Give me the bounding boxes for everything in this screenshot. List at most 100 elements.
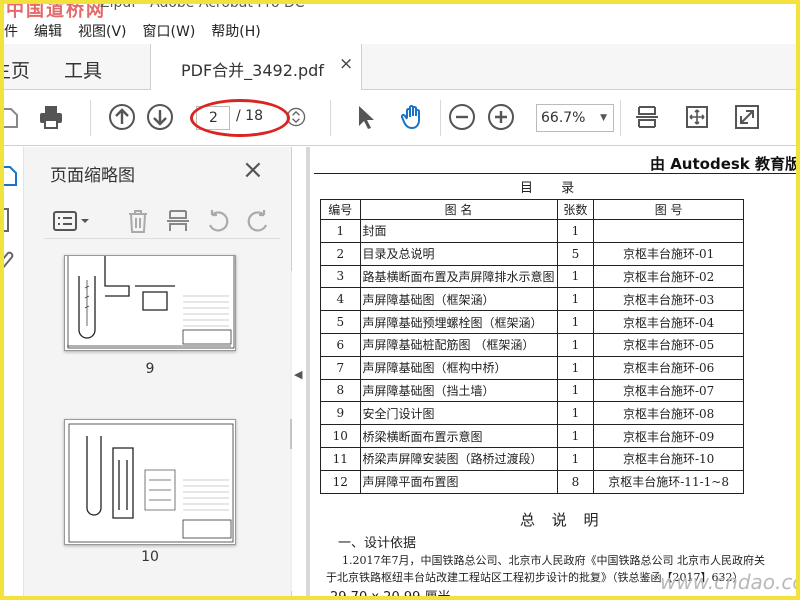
table-cell: 京枢丰台施环-10 (593, 446, 744, 471)
table-cell: 桥梁声屏障安装图（路桥过渡段） (359, 446, 558, 471)
table-cell: 京枢丰台施环-05 (593, 332, 744, 357)
full-screen-icon[interactable] (732, 102, 762, 132)
rotate-view-icon[interactable] (682, 102, 712, 132)
menu-edit[interactable]: 编辑 (26, 21, 70, 41)
table-cell: 封面 (359, 219, 558, 243)
table-cell: 1 (556, 424, 595, 448)
table-cell: 声屏障基础预埋螺栓图（框架涵） (359, 310, 558, 334)
select-tool-icon[interactable] (350, 102, 380, 132)
close-panel-icon[interactable]: × (242, 155, 264, 185)
table-cell (593, 219, 744, 243)
site-watermark-bottom: www.cndao.com (660, 570, 800, 594)
table-cell: 3 (320, 264, 361, 289)
table-cell: 11 (320, 446, 361, 471)
table-cell: 路基横断面布置及声屏障排水示意图 (359, 264, 558, 289)
table-row: 7 声屏障基础图（框构中桥） 1 京枢丰台施环-06 (320, 355, 744, 380)
table-cell: 9 (320, 401, 361, 426)
table-cell: 6 (320, 332, 361, 357)
site-watermark: 中国道桥网 (6, 0, 106, 18)
print-icon[interactable] (36, 102, 66, 132)
highlight-circle (190, 99, 290, 137)
table-cell: 2 (320, 241, 361, 266)
thumbnail-number-10: 10 (141, 549, 159, 565)
table-cell: 5 (320, 310, 361, 334)
rotate-right-icon[interactable] (244, 207, 272, 235)
table-cell: 1 (556, 264, 595, 289)
title-bar: 中国道桥网 Zipdf - Adobe Acrobat Pro DC (0, 0, 800, 18)
panel-toolbar (44, 205, 280, 239)
thumbnails-panel: 页面缩略图 × 9 10 (24, 147, 306, 600)
table-cell: 京枢丰台施环-07 (593, 378, 744, 403)
delete-page-icon[interactable] (124, 207, 152, 235)
table-cell: 桥梁横断面布置示意图 (359, 424, 558, 448)
table-cell: 1 (556, 310, 595, 334)
document-title: 目 录 (520, 181, 587, 196)
table-cell: 1 (556, 287, 595, 312)
fit-width-icon[interactable] (632, 102, 662, 132)
column-header: 图 号 (593, 199, 744, 220)
column-header: 张数 (556, 199, 595, 220)
table-cell: 1 (556, 332, 595, 357)
options-menu-icon[interactable] (52, 207, 92, 235)
chevron-down-icon: ▼ (600, 113, 607, 123)
table-row: 8 声屏障基础图（挡土墙） 1 京枢丰台施环-07 (320, 378, 744, 403)
table-row: 2 目录及总说明 5 京枢丰台施环-01 (320, 241, 744, 266)
zoom-out-icon[interactable] (447, 102, 477, 132)
rotate-left-icon[interactable] (204, 207, 232, 235)
bookmarks-icon[interactable] (0, 205, 22, 235)
menu-help[interactable]: 帮助(H) (203, 21, 268, 41)
table-cell: 4 (320, 287, 361, 312)
column-header: 图 名 (359, 199, 558, 220)
table-row: 5 声屏障基础预埋螺栓图（框架涵） 1 京枢丰台施环-04 (320, 310, 744, 334)
document-viewer[interactable]: 由 Autodesk 教育版 目 录 编号 图 名 张数 图 号 1 封面 1 2 目录… (306, 147, 800, 600)
menu-file[interactable]: 件 (0, 21, 26, 41)
table-cell: 1 (556, 401, 595, 426)
table-cell: 1 (556, 219, 595, 243)
table-cell: 1 (556, 446, 595, 471)
table-cell: 目录及总说明 (359, 241, 558, 266)
table-cell: 10 (320, 424, 361, 448)
window-title: Zipdf - Adobe Acrobat Pro DC (100, 0, 305, 11)
table-row: 4 声屏障基础图（框架涵） 1 京枢丰台施环-03 (320, 287, 744, 312)
table-cell: 安全门设计图 (359, 401, 558, 426)
table-cell: 5 (556, 241, 595, 266)
close-tab-icon[interactable]: × (339, 54, 353, 74)
thumbnail-page-10[interactable] (64, 419, 236, 545)
table-row: 1 封面 1 (320, 219, 744, 243)
contents-table: 编号 图 名 张数 图 号 1 封面 1 2 目录及总说明 5 京枢丰台施环-01 3 路基横断… (320, 199, 744, 494)
thumbnail-number-9: 9 (145, 361, 155, 377)
hand-tool-icon[interactable] (398, 102, 428, 132)
extract-page-icon[interactable] (164, 207, 192, 235)
tab-document[interactable]: PDF合并_3492.pdf × (150, 44, 362, 90)
table-row: 11 桥梁声屏障安装图（路桥过渡段） 1 京枢丰台施环-10 (320, 446, 744, 471)
table-cell: 京枢丰台施环-04 (593, 310, 744, 334)
table-cell: 声屏障基础图（框构中桥） (359, 355, 558, 380)
panel-title: 页面缩略图 (50, 166, 135, 186)
menu-window[interactable]: 窗口(W) (135, 21, 204, 41)
tab-tools[interactable]: 工具 (64, 56, 102, 83)
tab-home[interactable]: 主页 (0, 56, 30, 83)
table-cell: 京枢丰台施环-11-1~8 (593, 469, 744, 494)
page-thumbnails-icon[interactable] (0, 161, 22, 191)
table-cell: 京枢丰台施环-09 (593, 424, 744, 448)
table-cell: 1 (320, 219, 361, 243)
table-cell: 1 (556, 378, 595, 403)
table-cell: 京枢丰台施环-08 (593, 401, 744, 426)
previous-page-icon[interactable] (107, 102, 137, 132)
attachments-icon[interactable] (0, 247, 22, 277)
collapse-panel-handle[interactable]: ◀ (292, 147, 306, 600)
table-row: 12 声屏障平面布置图 8 京枢丰台施环-11-1~8 (320, 469, 744, 494)
menu-view[interactable]: 视图(V) (70, 21, 135, 41)
next-page-icon[interactable] (145, 102, 175, 132)
upload-icon[interactable] (0, 102, 24, 132)
tab-row: 主页 工具 PDF合并_3492.pdf × (0, 44, 800, 90)
table-row: 10 桥梁横断面布置示意图 1 京枢丰台施环-09 (320, 424, 744, 448)
corner-stamp: 由 Autodesk 教育版 (649, 155, 800, 173)
zoom-in-icon[interactable] (486, 102, 516, 132)
toolbar (0, 90, 800, 146)
document-tab-label: PDF合并_3492.pdf (181, 61, 324, 80)
table-cell: 1 (556, 355, 595, 380)
pdf-page: 由 Autodesk 教育版 目 录 编号 图 名 张数 图 号 1 封面 1 2 目录… (310, 147, 800, 600)
zoom-select[interactable]: 66.7% ▼ (536, 104, 614, 132)
thumbnail-page-9[interactable] (64, 255, 236, 351)
